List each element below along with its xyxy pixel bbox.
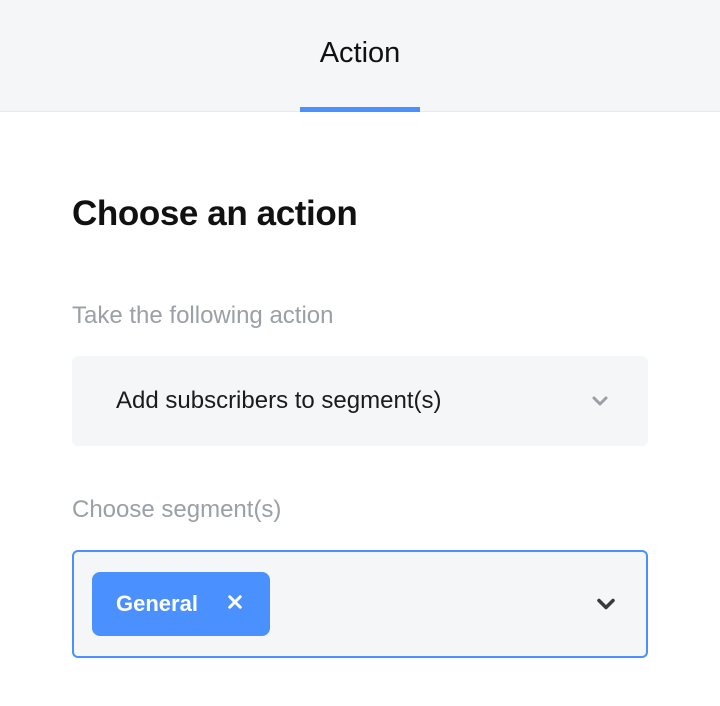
segment-chip: General [92,572,270,636]
tab-header: Action [0,0,720,112]
close-icon[interactable] [220,587,250,621]
segments-multiselect[interactable]: General [72,550,648,658]
action-select-value: Add subscribers to segment(s) [116,387,588,415]
segments-field-label: Choose segment(s) [72,496,648,524]
segments-field: Choose segment(s) General [72,496,648,658]
panel-title: Choose an action [72,194,648,234]
action-select[interactable]: Add subscribers to segment(s) [72,356,648,446]
chevron-down-icon [588,389,612,413]
segment-chip-label: General [116,591,198,617]
chips-container: General [92,572,592,636]
tab-action[interactable]: Action [300,0,421,112]
action-field: Take the following action Add subscriber… [72,302,648,446]
action-field-label: Take the following action [72,302,648,330]
action-panel: Choose an action Take the following acti… [0,112,720,658]
chevron-down-icon [592,590,620,618]
